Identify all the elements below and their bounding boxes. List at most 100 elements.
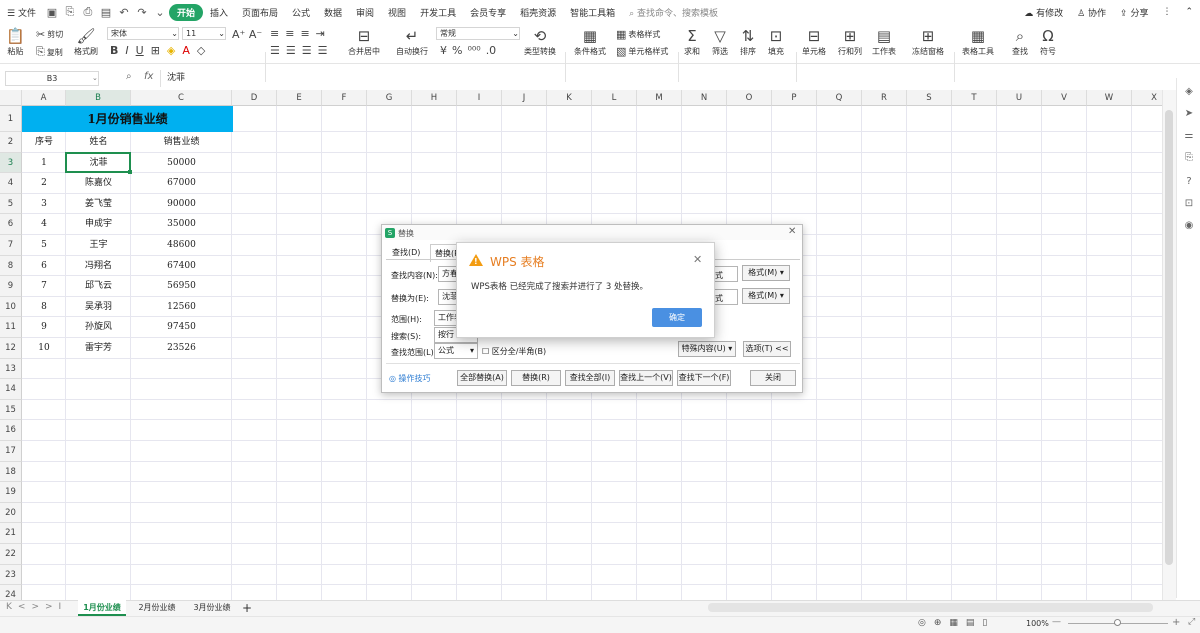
table-cell[interactable]: 2: [22, 173, 66, 194]
alert-close-icon[interactable]: ✕: [693, 253, 702, 266]
location-icon[interactable]: ◉: [1183, 220, 1195, 232]
column-header-c[interactable]: C: [131, 90, 232, 106]
column-header-a[interactable]: A: [22, 90, 66, 106]
tab-view[interactable]: 视图: [381, 6, 413, 19]
row-header-8[interactable]: 8: [0, 255, 22, 277]
row-header-17[interactable]: 17: [0, 441, 22, 462]
cond-format-button[interactable]: ▦ 条件格式: [574, 26, 606, 57]
table-cell[interactable]: 雷宇芳: [66, 338, 131, 359]
tab-smart-tools[interactable]: 智能工具箱: [563, 6, 622, 19]
table-cell[interactable]: 邱飞云: [66, 276, 131, 297]
table-cell[interactable]: 4: [22, 214, 66, 235]
export-side-icon[interactable]: ⎘: [1183, 152, 1195, 164]
table-cell[interactable]: 3: [22, 194, 66, 215]
font-size-select[interactable]: 11 ⌄: [182, 27, 226, 40]
row-header-16[interactable]: 16: [0, 420, 22, 441]
zoom-out-icon[interactable]: —: [1052, 617, 1061, 627]
percent-icon[interactable]: %: [452, 44, 462, 57]
fullwidth-checkbox[interactable]: ☐ 区分全/半角(B): [482, 346, 546, 357]
tab-insert[interactable]: 插入: [203, 6, 235, 19]
row-header-23[interactable]: 23: [0, 564, 22, 586]
thousands-icon[interactable]: ⁰⁰⁰: [467, 44, 480, 57]
cell-button[interactable]: ⊟ 单元格: [802, 26, 826, 57]
format-painter-button[interactable]: 🖌 格式刷: [74, 26, 98, 57]
column-header-d[interactable]: D: [232, 90, 277, 106]
table-cell[interactable]: 56950: [131, 276, 232, 297]
sort-button[interactable]: ⇅ 排序: [740, 26, 756, 57]
ok-button[interactable]: 确定: [652, 308, 702, 327]
column-header-n[interactable]: N: [682, 90, 727, 106]
table-cell[interactable]: 7: [22, 276, 66, 297]
clear-icon[interactable]: ◇: [197, 44, 205, 57]
tab-nav-arrows[interactable]: K<>>I: [6, 602, 67, 612]
table-cell[interactable]: 48600: [131, 235, 232, 256]
header-cell[interactable]: 姓名: [66, 132, 131, 153]
replace-button[interactable]: 替换(R): [511, 370, 561, 386]
column-header-w[interactable]: W: [1087, 90, 1132, 106]
tips-link[interactable]: ◎ 操作技巧: [389, 373, 431, 384]
indent-icon[interactable]: ⇥: [316, 27, 325, 40]
tab-member[interactable]: 会员专享: [463, 6, 513, 19]
align-right-icon[interactable]: ☰: [302, 44, 312, 57]
vertical-scroll-thumb[interactable]: [1165, 110, 1173, 565]
lookin-select[interactable]: 公式 ▾: [434, 343, 478, 359]
table-cell[interactable]: 97450: [131, 317, 232, 338]
row-header-14[interactable]: 14: [0, 379, 22, 400]
table-cell[interactable]: 冯翔名: [66, 256, 131, 277]
print-icon[interactable]: ⎙: [81, 5, 95, 19]
font-name-select[interactable]: 宋体 ⌄: [107, 27, 179, 40]
table-cell[interactable]: 10: [22, 338, 66, 359]
row-header-3[interactable]: 3: [0, 152, 22, 174]
column-header-l[interactable]: L: [592, 90, 637, 106]
title-cell[interactable]: 1月份销售业绩: [22, 106, 233, 132]
save-icon[interactable]: ▣: [45, 5, 59, 19]
name-box-dropdown-icon[interactable]: ⌄: [92, 74, 98, 82]
row-header-21[interactable]: 21: [0, 523, 22, 544]
replace-all-button[interactable]: 全部替换(A): [457, 370, 507, 386]
fill-button[interactable]: ⊡ 填充: [768, 26, 784, 57]
column-header-g[interactable]: G: [367, 90, 412, 106]
freeze-button[interactable]: ⊞ 冻结窗格: [912, 26, 944, 57]
collapse-icon[interactable]: ⌃: [1178, 7, 1200, 17]
more-icon[interactable]: ⌄: [153, 5, 167, 19]
find-prev-button[interactable]: 查找上一个(V): [619, 370, 673, 386]
name-box[interactable]: B3: [5, 71, 99, 86]
fill-handle[interactable]: [128, 170, 132, 175]
decimal-icon[interactable]: .0: [486, 44, 497, 57]
format-button-2[interactable]: 格式(M) ▾: [742, 288, 790, 304]
row-header-2[interactable]: 2: [0, 132, 22, 153]
table-cell[interactable]: 9: [22, 317, 66, 338]
align-top-icon[interactable]: ≡: [270, 27, 279, 40]
column-header-o[interactable]: O: [727, 90, 772, 106]
table-cell[interactable]: 67400: [131, 256, 232, 277]
column-header-x[interactable]: X: [1132, 90, 1162, 106]
justify-icon[interactable]: ☰: [318, 44, 328, 57]
sheet-tab-mar[interactable]: 3月份业绩: [188, 600, 236, 616]
row-header-13[interactable]: 13: [0, 358, 22, 380]
undo-icon[interactable]: ↶: [117, 5, 131, 19]
fill-color-icon[interactable]: ◈: [167, 44, 175, 57]
row-header-4[interactable]: 4: [0, 173, 22, 194]
row-header-9[interactable]: 9: [0, 276, 22, 297]
style-icon[interactable]: ◈: [1183, 86, 1195, 98]
header-cell[interactable]: 序号: [22, 132, 66, 153]
tab-developer[interactable]: 开发工具: [413, 6, 463, 19]
table-style-button[interactable]: ▦ 表格样式: [616, 28, 660, 41]
row-header-20[interactable]: 20: [0, 502, 22, 524]
table-cell[interactable]: 1: [22, 153, 66, 174]
cut-button[interactable]: ✂ 剪切: [36, 28, 63, 41]
table-cell[interactable]: 12560: [131, 297, 232, 318]
tab-data[interactable]: 数据: [317, 6, 349, 19]
column-header-e[interactable]: E: [277, 90, 322, 106]
underline-icon[interactable]: U: [136, 44, 144, 57]
wrap-text-button[interactable]: ↵ 自动换行: [396, 26, 428, 57]
currency-icon[interactable]: ¥: [440, 44, 447, 57]
column-header-b[interactable]: B: [66, 90, 131, 106]
column-header-r[interactable]: R: [862, 90, 907, 106]
column-header-u[interactable]: U: [997, 90, 1042, 106]
sheet-tab-jan[interactable]: 1月份业绩: [78, 600, 126, 616]
settings-slider-icon[interactable]: ⚌: [1183, 130, 1195, 142]
sheet-tab-feb[interactable]: 2月份业绩: [132, 600, 182, 616]
changes-button[interactable]: ☁ 有修改: [1017, 6, 1070, 19]
align-center-icon[interactable]: ☰: [286, 44, 296, 57]
